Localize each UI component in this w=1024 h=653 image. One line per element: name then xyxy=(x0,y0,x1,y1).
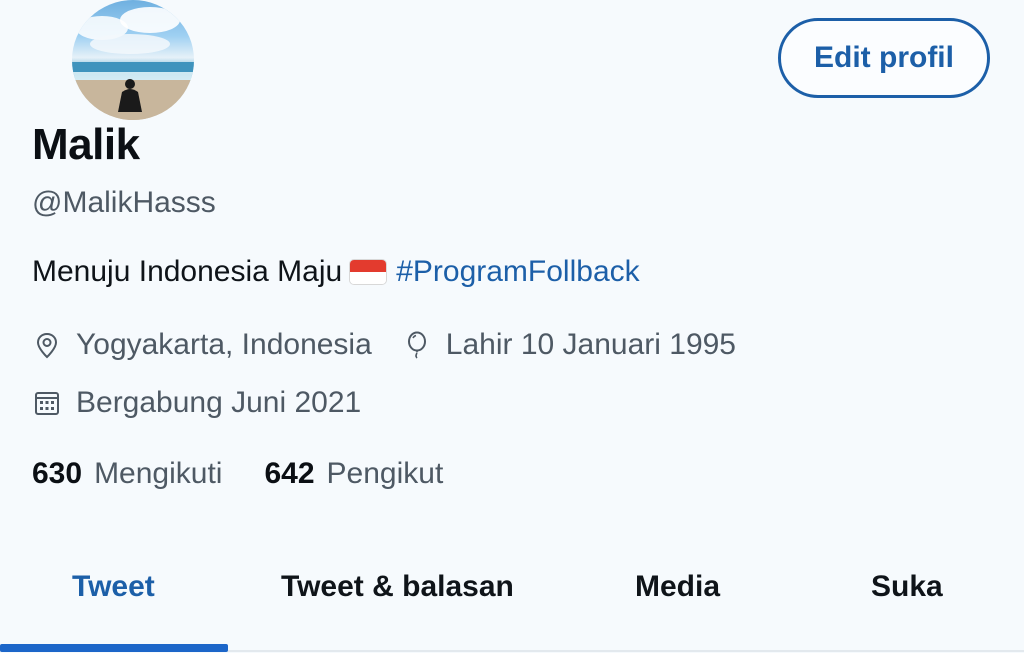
flag-indonesia-icon xyxy=(350,260,387,284)
followers-link[interactable]: 642 Pengikut xyxy=(264,457,443,491)
tab-likes[interactable]: Suka xyxy=(871,570,943,604)
avatar-photo xyxy=(72,7,194,120)
profile-page: Edit profil Malik @MalikHasss Menuju Ind… xyxy=(0,0,1024,653)
balloon-icon xyxy=(402,330,432,360)
edit-profile-button[interactable]: Edit profil xyxy=(778,18,990,98)
active-tab-indicator xyxy=(0,644,228,652)
tab-tweet[interactable]: Tweet xyxy=(72,570,155,604)
followers-label: Pengikut xyxy=(326,457,444,490)
profile-bio: Menuju Indonesia Maju #ProgramFollback xyxy=(32,255,640,289)
bio-text: Menuju Indonesia Maju xyxy=(32,255,343,288)
profile-handle: @MalikHasss xyxy=(32,186,216,219)
calendar-icon xyxy=(32,388,62,418)
profile-joined: Bergabung Juni 2021 xyxy=(76,386,362,419)
profile-name: Malik xyxy=(32,120,140,169)
profile-location: Yogyakarta, Indonesia xyxy=(76,328,372,361)
profile-tabs: Tweet Tweet & balasan Media Suka xyxy=(0,540,1024,653)
location-pin-icon xyxy=(32,330,62,360)
tab-media[interactable]: Media xyxy=(635,570,720,604)
bio-hashtag-link[interactable]: #ProgramFollback xyxy=(396,255,639,289)
profile-stats: 630 Mengikuti 642 Pengikut xyxy=(32,457,443,491)
profile-birthday: Lahir 10 Januari 1995 xyxy=(445,328,736,361)
profile-meta-row: Bergabung Juni 2021 xyxy=(32,386,361,420)
profile-meta-row: Yogyakarta, Indonesia Lahir 10 Januari 1… xyxy=(32,328,736,362)
following-label: Mengikuti xyxy=(94,457,223,490)
tab-tweet-and-replies[interactable]: Tweet & balasan xyxy=(281,570,514,604)
avatar[interactable] xyxy=(72,0,194,120)
following-link[interactable]: 630 Mengikuti xyxy=(32,457,222,491)
following-count: 630 xyxy=(32,457,83,490)
followers-count: 642 xyxy=(264,457,315,490)
